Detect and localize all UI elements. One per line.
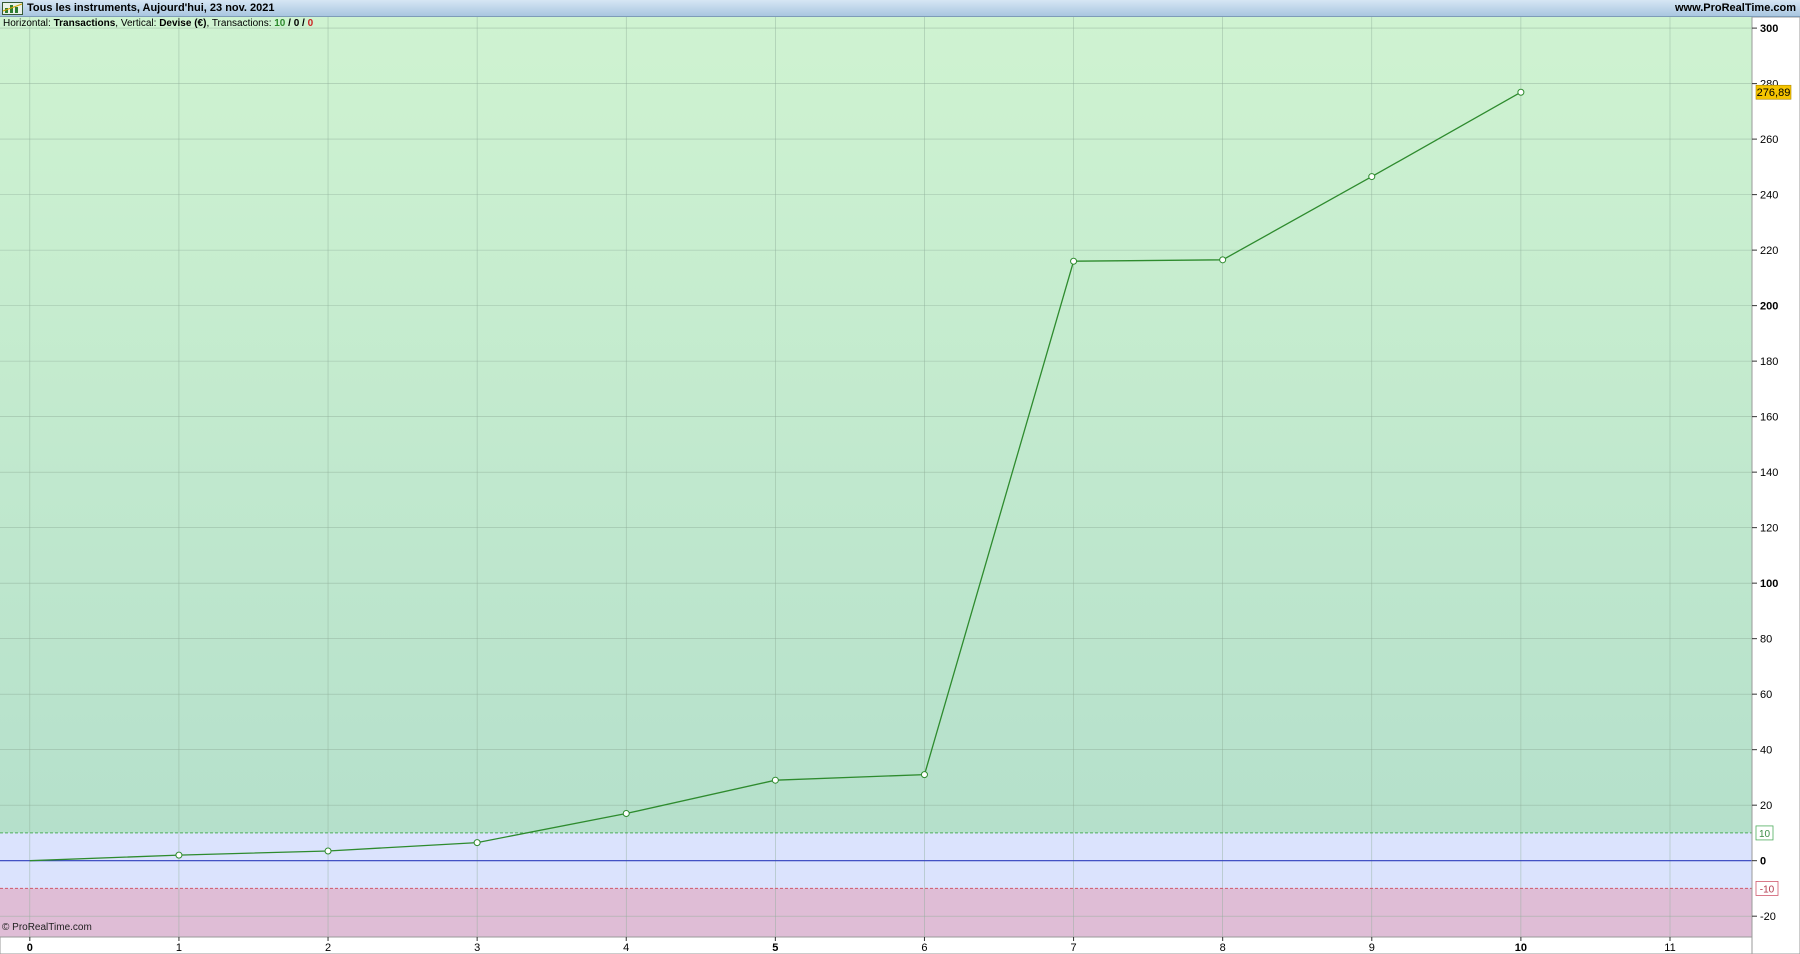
transactions-label: , Transactions: <box>206 18 275 29</box>
window-title: Tous les instruments, Aujourd'hui, 23 no… <box>27 2 275 14</box>
data-point <box>622 810 630 818</box>
x-tick-label: 4 <box>623 942 629 954</box>
y-tick-label: 20 <box>1760 800 1772 812</box>
y-tick-label: 160 <box>1760 412 1778 424</box>
y-tick-label: 180 <box>1760 356 1778 368</box>
y-tick-label: -20 <box>1760 911 1776 923</box>
negative-zone <box>0 888 1752 937</box>
y-tick-label: 220 <box>1760 245 1778 257</box>
x-tick-label: 9 <box>1369 942 1375 954</box>
x-tick-label: 0 <box>27 942 33 954</box>
horizontal-value: Transactions <box>53 18 116 29</box>
data-point <box>1219 256 1227 264</box>
y-tick-label: 40 <box>1760 745 1772 757</box>
data-point <box>1517 88 1525 96</box>
x-tick-label: 2 <box>325 942 331 954</box>
y-tick-label: 100 <box>1760 578 1778 590</box>
vertical-label: , Vertical: <box>115 18 160 29</box>
x-tick-label: 8 <box>1220 942 1226 954</box>
y-tick-label: 60 <box>1760 689 1772 701</box>
last-value-label: 276,89 <box>1757 87 1791 99</box>
x-tick-label: 1 <box>176 942 182 954</box>
upper-band-label: 10 <box>1759 829 1771 840</box>
title-bar: Tous les instruments, Aujourd'hui, 23 no… <box>0 0 1800 17</box>
vertical-value: Devise (€) <box>159 18 207 29</box>
y-tick-label: 300 <box>1760 23 1778 35</box>
y-tick-label: 0 <box>1760 856 1766 868</box>
winning-count: 10 <box>274 18 286 29</box>
data-point <box>175 851 183 859</box>
x-tick-label: 5 <box>772 942 778 954</box>
data-point <box>920 771 928 779</box>
chart-info-bar: Horizontal: Transactions, Vertical: Devi… <box>3 18 313 29</box>
data-point <box>473 839 481 847</box>
copyright-text: © ProRealTime.com <box>2 922 92 933</box>
y-tick-label: 80 <box>1760 634 1772 646</box>
data-point <box>1070 257 1078 265</box>
site-url-link[interactable]: www.ProRealTime.com <box>1675 2 1796 14</box>
x-tick-label: 11 <box>1664 942 1675 954</box>
x-axis <box>0 936 1753 954</box>
separator: / <box>285 18 294 29</box>
y-tick-label: 240 <box>1760 190 1778 202</box>
y-tick-label: 120 <box>1760 523 1778 535</box>
x-tick-label: 3 <box>474 942 480 954</box>
app-logo-icon <box>2 2 23 15</box>
horizontal-label: Horizontal: <box>3 18 54 29</box>
equity-curve-chart: -200204060801001201401601802002202402602… <box>0 17 1800 954</box>
data-point <box>1368 173 1376 181</box>
lower-band-label: -10 <box>1760 884 1775 895</box>
x-tick-label: 7 <box>1071 942 1077 954</box>
x-tick-label: 10 <box>1515 942 1527 954</box>
x-tick-label: 6 <box>921 942 927 954</box>
y-tick-label: 200 <box>1760 301 1778 313</box>
y-tick-label: 260 <box>1760 134 1778 146</box>
data-point <box>324 847 332 855</box>
separator: / <box>299 18 308 29</box>
data-point <box>771 776 779 784</box>
losing-count: 0 <box>307 18 314 29</box>
y-tick-label: 140 <box>1760 467 1778 479</box>
price-axis <box>1751 17 1800 954</box>
